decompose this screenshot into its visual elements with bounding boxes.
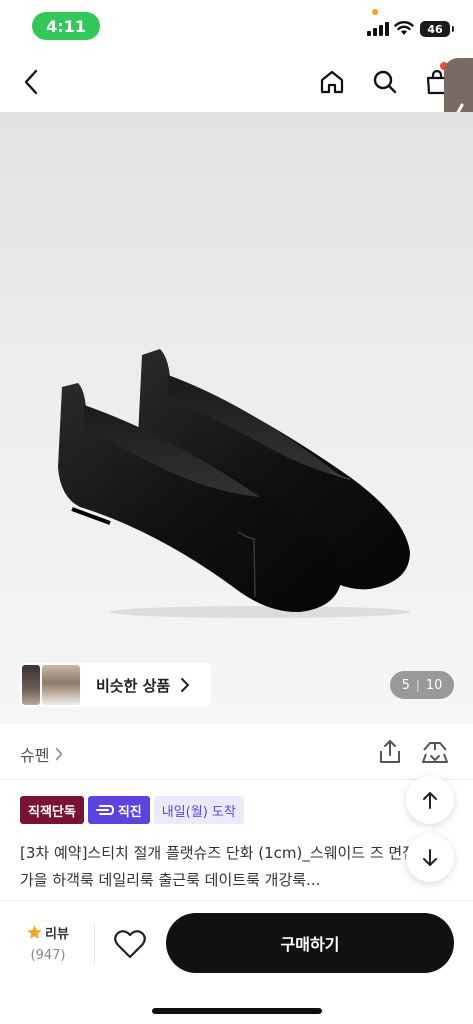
image-page-counter: 5 | 10 [390,671,454,699]
home-indicator [152,1008,322,1014]
bottom-action-bar: 리뷰 (947) 구매하기 [0,900,473,990]
similar-products-button[interactable]: 비슷한 상품 [20,663,211,707]
delivery-date-badge: 내일(월) 도착 [153,796,244,824]
review-label: 리뷰 [45,927,69,942]
search-icon [373,70,397,94]
privacy-indicator-dot [372,9,378,15]
chevron-right-icon [181,678,190,692]
review-header: 리뷰 [20,923,76,942]
back-button[interactable] [14,64,50,100]
divider [94,923,95,965]
battery-indicator: 46 [420,21,454,37]
buy-button[interactable]: 구매하기 [166,913,454,973]
chevron-right-icon [56,747,63,761]
cellular-signal-icon [367,22,389,36]
similar-products-label: 비슷한 상품 [96,676,171,695]
page-separator: | [415,678,420,692]
total-pages: 10 [425,677,443,693]
arrow-down-icon [423,849,437,866]
product-image-gallery[interactable]: 비슷한 상품 5 | 10 [0,112,473,724]
brand-name: 슈펜 [20,746,50,765]
arrow-up-icon [423,792,437,809]
review-count: (947) [30,948,66,963]
exclusive-badge: 직잭단독 [20,796,84,824]
direct-delivery-badge: 직진 [87,796,150,824]
home-icon [320,70,344,94]
wardrobe-hanger-icon[interactable] [420,738,450,766]
status-time: 4:11 [32,12,100,40]
chevron-left-icon [24,69,38,95]
product-title: [3차 예약]스티치 절개 플랫슈즈 단화 (1cm)_스웨이드 즈 면접구두 … [20,844,444,889]
current-page: 5 [401,677,410,693]
fast-delivery-icon [95,805,114,815]
brand-link[interactable]: 슈펜 [20,742,63,766]
product-badges: 직잭단독 직진 내일(월) 도착 [20,796,244,824]
status-bar: 4:11 46 [0,0,473,52]
heart-icon[interactable] [112,927,148,961]
similar-product-thumbnail [42,665,80,705]
wifi-icon [394,21,414,35]
star-icon [27,925,42,939]
share-icon[interactable] [376,738,404,766]
similar-product-thumbnail [22,665,40,705]
home-button[interactable] [314,64,350,100]
direct-delivery-label: 직진 [117,804,142,820]
scroll-up-button[interactable] [406,776,454,824]
scroll-down-button[interactable] [406,834,454,882]
product-photo-black-flats [58,349,410,618]
top-nav-bar [0,52,473,112]
search-button[interactable] [367,64,403,100]
review-summary[interactable]: 리뷰 (947) [20,923,76,963]
brand-row: 슈펜 [0,724,473,780]
